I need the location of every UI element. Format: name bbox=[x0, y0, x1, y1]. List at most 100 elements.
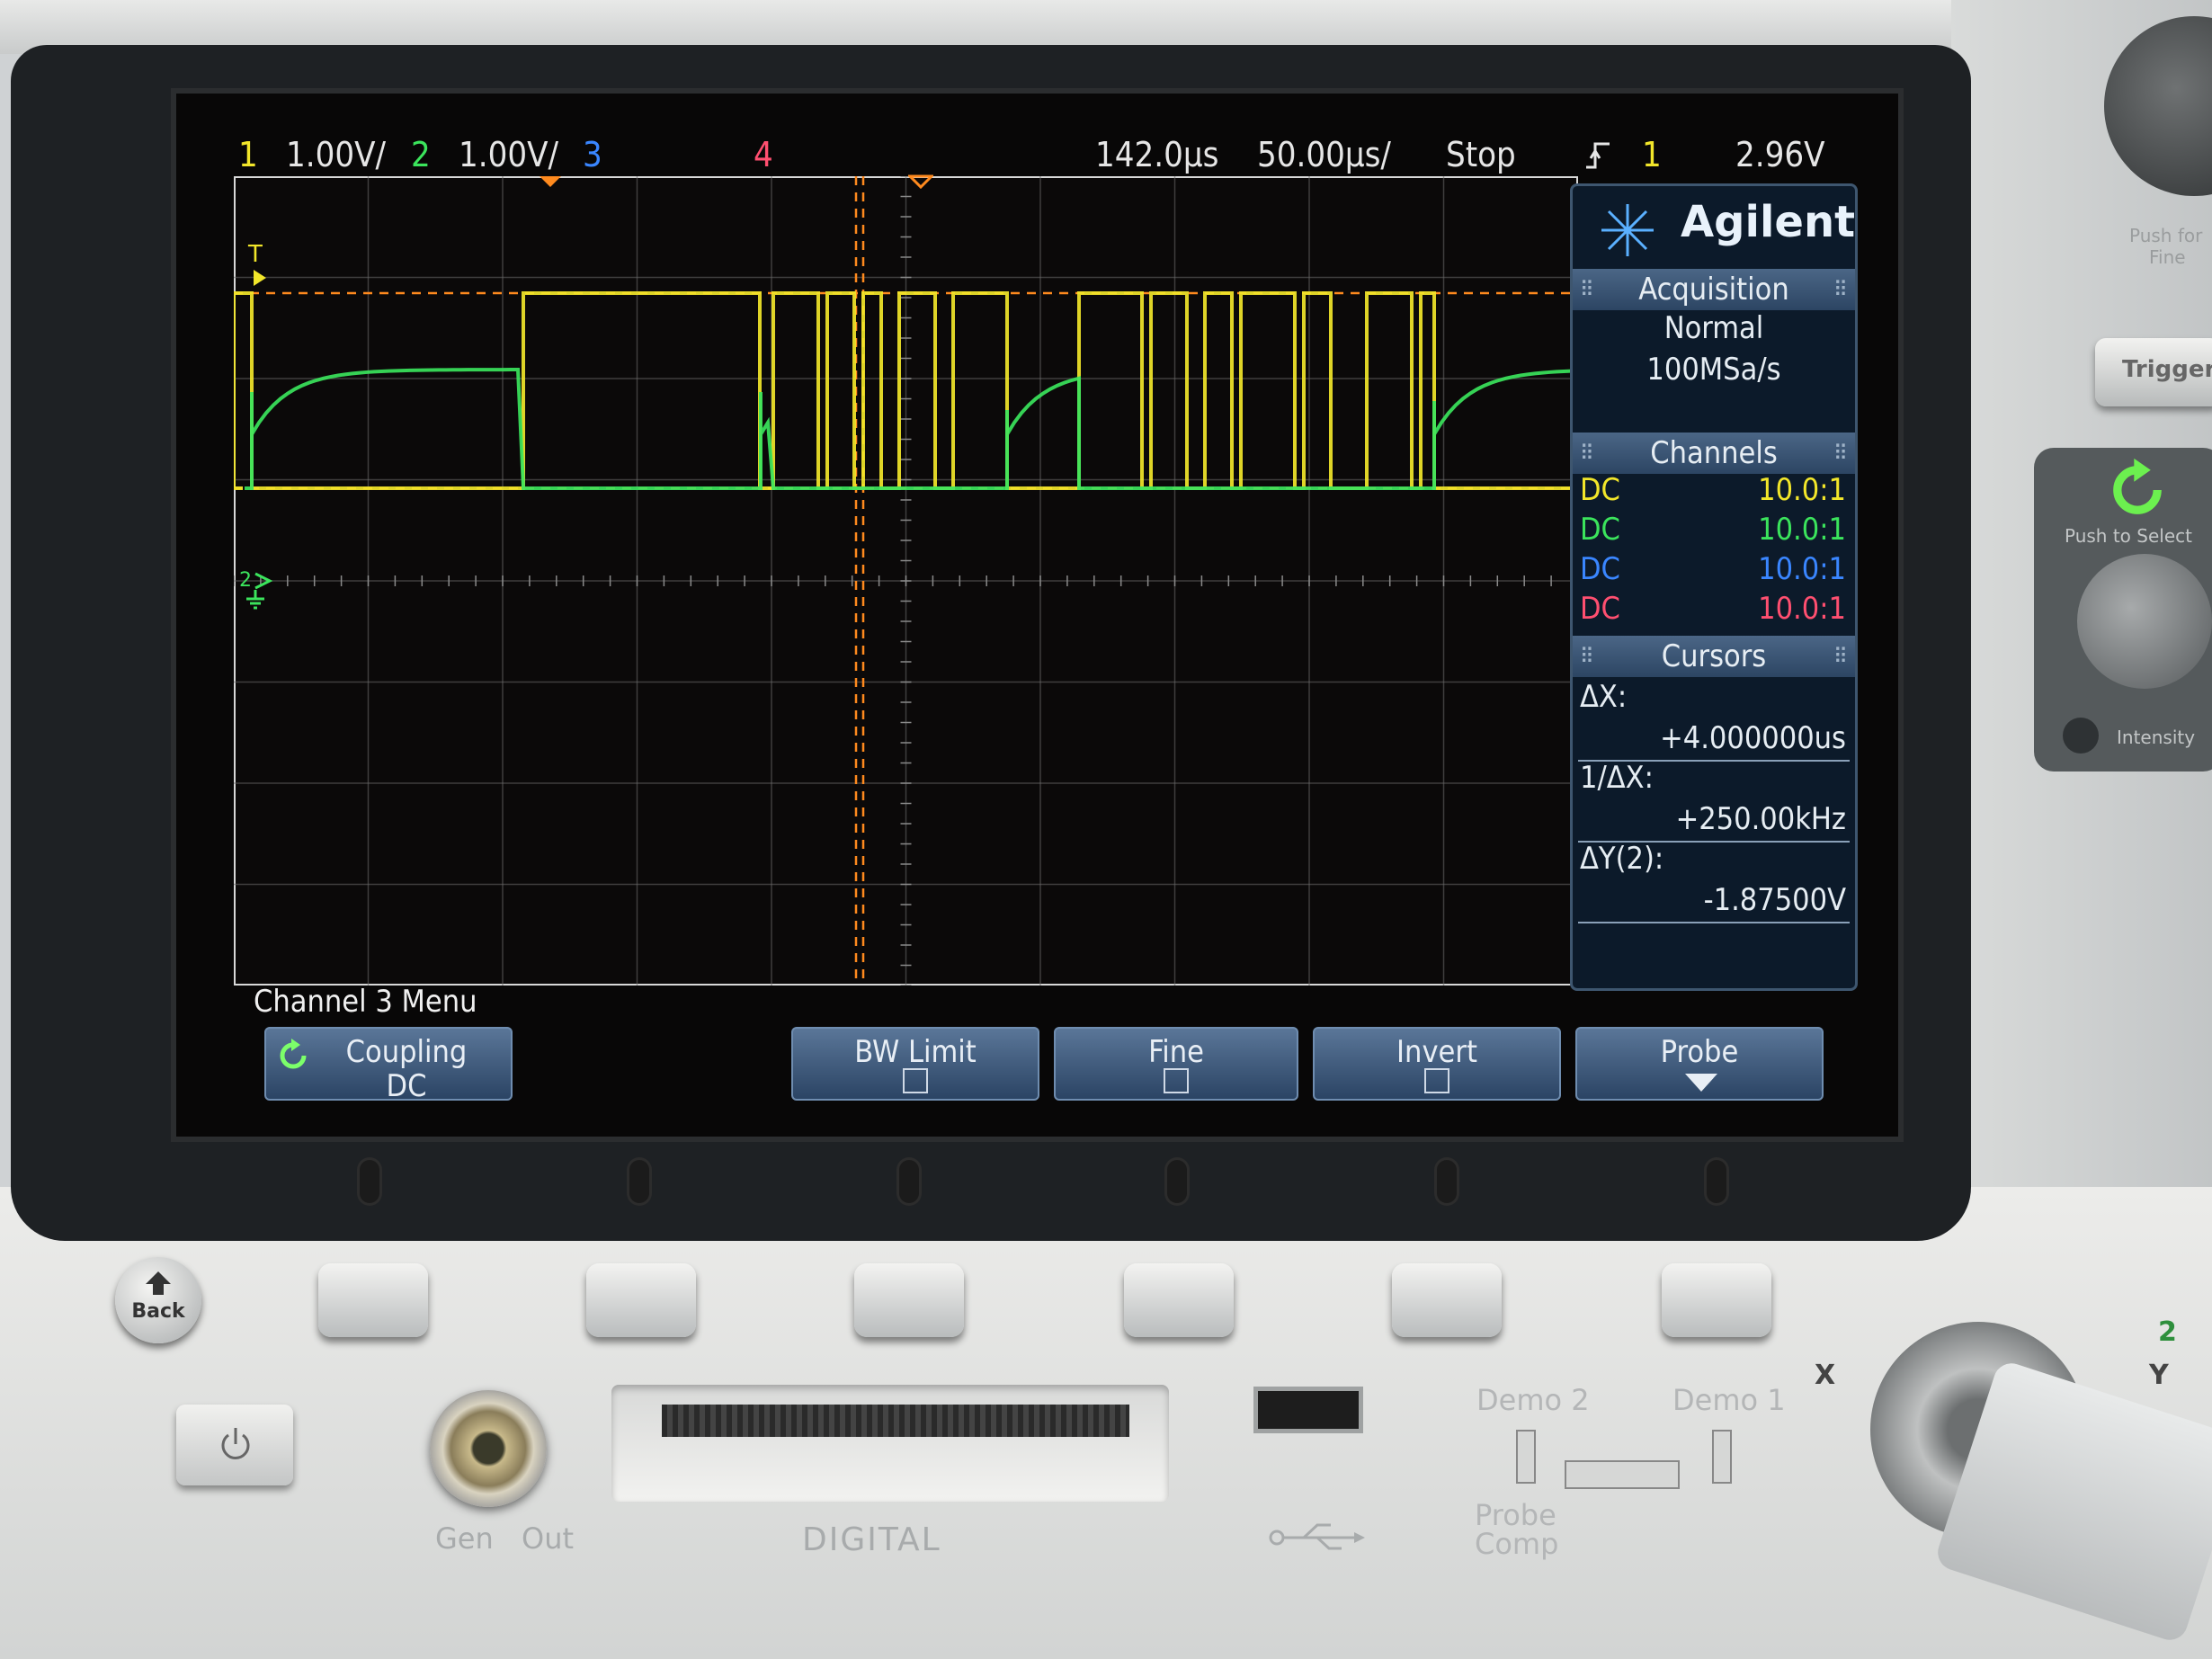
down-arrow-icon bbox=[1685, 1074, 1717, 1092]
channel-3-probe: 10.0:1 bbox=[1758, 551, 1846, 587]
back-button[interactable]: Back bbox=[115, 1257, 201, 1343]
hardware-softkey-6[interactable] bbox=[1662, 1263, 1771, 1337]
channel-3-coupling: DC bbox=[1580, 551, 1620, 587]
push-fine-label-1: Push for bbox=[2129, 225, 2203, 246]
x-label: X bbox=[1815, 1360, 1836, 1391]
delta-x-label: ΔX: bbox=[1580, 679, 1628, 715]
acquisition-rate: 100MSa/s bbox=[1646, 352, 1781, 388]
push-select-label: Push to Select bbox=[2065, 525, 2192, 547]
demo1-terminal[interactable] bbox=[1712, 1430, 1732, 1484]
ground-icon: 2 bbox=[239, 569, 273, 610]
ch2-scale: 1.00V/ bbox=[459, 135, 558, 174]
trigger-button[interactable]: Trigger bbox=[2095, 338, 2212, 406]
trigger-button-label: Trigger bbox=[2122, 356, 2212, 383]
trigger-arrow-icon bbox=[254, 270, 266, 286]
entry-knob[interactable] bbox=[2077, 554, 2212, 689]
y-label: Y bbox=[2149, 1360, 2169, 1391]
trigger-level-marker: T bbox=[248, 241, 263, 268]
hardware-softkey-3[interactable] bbox=[854, 1263, 964, 1337]
acquisition-header[interactable]: ⠿ Acquisition ⠿ bbox=[1573, 269, 1855, 310]
bw-limit-softkey[interactable]: BW Limit bbox=[791, 1027, 1039, 1101]
waveform-display[interactable] bbox=[234, 176, 1578, 986]
ch1-number[interactable]: 1 bbox=[238, 129, 258, 180]
gen-out-bnc-connector[interactable] bbox=[430, 1390, 547, 1507]
usb-icon bbox=[1269, 1523, 1365, 1550]
up-arrow-icon bbox=[146, 1271, 171, 1295]
digital-connector-bay bbox=[611, 1385, 1169, 1502]
channel-1-probe: 10.0:1 bbox=[1758, 472, 1846, 508]
digital-connector[interactable] bbox=[662, 1405, 1129, 1437]
invert-checkbox[interactable] bbox=[1424, 1068, 1449, 1093]
channel-2-probe: 10.0:1 bbox=[1758, 512, 1846, 548]
trigger-time-marker bbox=[908, 174, 933, 189]
channel-4-coupling: DC bbox=[1580, 591, 1620, 627]
cycle-arrow-icon bbox=[2113, 458, 2162, 514]
run-state: Stop bbox=[1446, 135, 1516, 174]
power-icon bbox=[221, 1428, 250, 1459]
gen-label: Gen bbox=[435, 1521, 494, 1556]
trigger-source: 1 bbox=[1642, 135, 1662, 174]
bw-limit-checkbox[interactable] bbox=[903, 1068, 928, 1093]
ch3-number[interactable]: 3 bbox=[583, 129, 602, 180]
svg-text:2: 2 bbox=[239, 569, 252, 592]
hardware-softkey-1[interactable] bbox=[318, 1263, 428, 1337]
channel-2-coupling: DC bbox=[1580, 512, 1620, 548]
cursor-divider bbox=[1578, 922, 1850, 923]
hardware-softkey-2[interactable] bbox=[586, 1263, 696, 1337]
acquisition-title: Acquisition bbox=[1638, 272, 1789, 308]
back-label: Back bbox=[131, 1300, 185, 1323]
ch2-number[interactable]: 2 bbox=[411, 129, 431, 180]
delta-y-label: ΔY(2): bbox=[1580, 841, 1664, 877]
comp-label: Comp bbox=[1475, 1527, 1559, 1561]
intensity-button[interactable] bbox=[2063, 718, 2099, 754]
probe-label: Probe bbox=[1660, 1034, 1739, 1070]
hardware-softkey-4[interactable] bbox=[1124, 1263, 1234, 1337]
hardware-softkey-5[interactable] bbox=[1392, 1263, 1502, 1337]
digital-label: DIGITAL bbox=[802, 1521, 941, 1558]
demo1-label: Demo 1 bbox=[1672, 1383, 1786, 1417]
fine-softkey[interactable]: Fine bbox=[1054, 1027, 1298, 1101]
push-fine-label-2: Fine bbox=[2149, 246, 2186, 268]
invert-label: Invert bbox=[1396, 1034, 1477, 1070]
bw-limit-label: BW Limit bbox=[854, 1034, 977, 1070]
demo2-label: Demo 2 bbox=[1476, 1383, 1590, 1417]
acquisition-mode: Normal bbox=[1663, 310, 1764, 346]
info-sidebar: Agilent ⠿ Acquisition ⠿ Normal 100MSa/s … bbox=[1570, 183, 1858, 991]
fine-label: Fine bbox=[1148, 1034, 1204, 1070]
ch4-number[interactable]: 4 bbox=[754, 129, 773, 180]
softkey-indicator bbox=[360, 1160, 379, 1203]
input-2-label: 2 bbox=[2158, 1316, 2177, 1348]
softkey-indicator bbox=[1437, 1160, 1457, 1203]
rising-edge-icon bbox=[1586, 142, 1610, 169]
cursors-header[interactable]: ⠿ Cursors ⠿ bbox=[1573, 636, 1855, 677]
menu-title: Channel 3 Menu bbox=[254, 984, 477, 1020]
softkey-indicator bbox=[1707, 1160, 1726, 1203]
time-scale: 50.00µs/ bbox=[1257, 135, 1391, 174]
horizontal-position-marker bbox=[540, 176, 561, 187]
usb-port[interactable] bbox=[1253, 1387, 1363, 1433]
invert-softkey[interactable]: Invert bbox=[1313, 1027, 1561, 1101]
channel-4-probe: 10.0:1 bbox=[1758, 591, 1846, 627]
fine-checkbox[interactable] bbox=[1164, 1068, 1189, 1093]
oscilloscope-photo: 1 1.00V/ 2 1.00V/ 3 4 142.0µs 50.00µs/ S… bbox=[0, 0, 2212, 1659]
probe-softkey[interactable]: Probe bbox=[1575, 1027, 1824, 1101]
softkey-indicator bbox=[899, 1160, 919, 1203]
ground-terminal[interactable] bbox=[1565, 1460, 1680, 1489]
intensity-label: Intensity bbox=[2117, 727, 2196, 748]
trigger-level: 2.96V bbox=[1735, 135, 1825, 174]
inverse-delta-x-label: 1/ΔX: bbox=[1580, 760, 1654, 796]
agilent-spark-icon bbox=[1601, 204, 1654, 256]
coupling-value: DC bbox=[386, 1068, 427, 1104]
channels-title: Channels bbox=[1650, 435, 1778, 471]
power-button[interactable] bbox=[176, 1405, 293, 1485]
brand-name: Agilent bbox=[1681, 197, 1856, 247]
channels-header[interactable]: ⠿ Channels ⠿ bbox=[1573, 433, 1855, 474]
softkey-indicator bbox=[1167, 1160, 1187, 1203]
coupling-softkey[interactable]: Coupling DC bbox=[264, 1027, 513, 1104]
delta-x-value: +4.000000us bbox=[1660, 720, 1846, 756]
delta-y-value: -1.87500V bbox=[1703, 882, 1846, 918]
inverse-delta-x-value: +250.00kHz bbox=[1675, 801, 1846, 837]
ch1-scale: 1.00V/ bbox=[286, 135, 386, 174]
cursors-title: Cursors bbox=[1661, 638, 1767, 674]
demo2-terminal[interactable] bbox=[1516, 1430, 1536, 1484]
